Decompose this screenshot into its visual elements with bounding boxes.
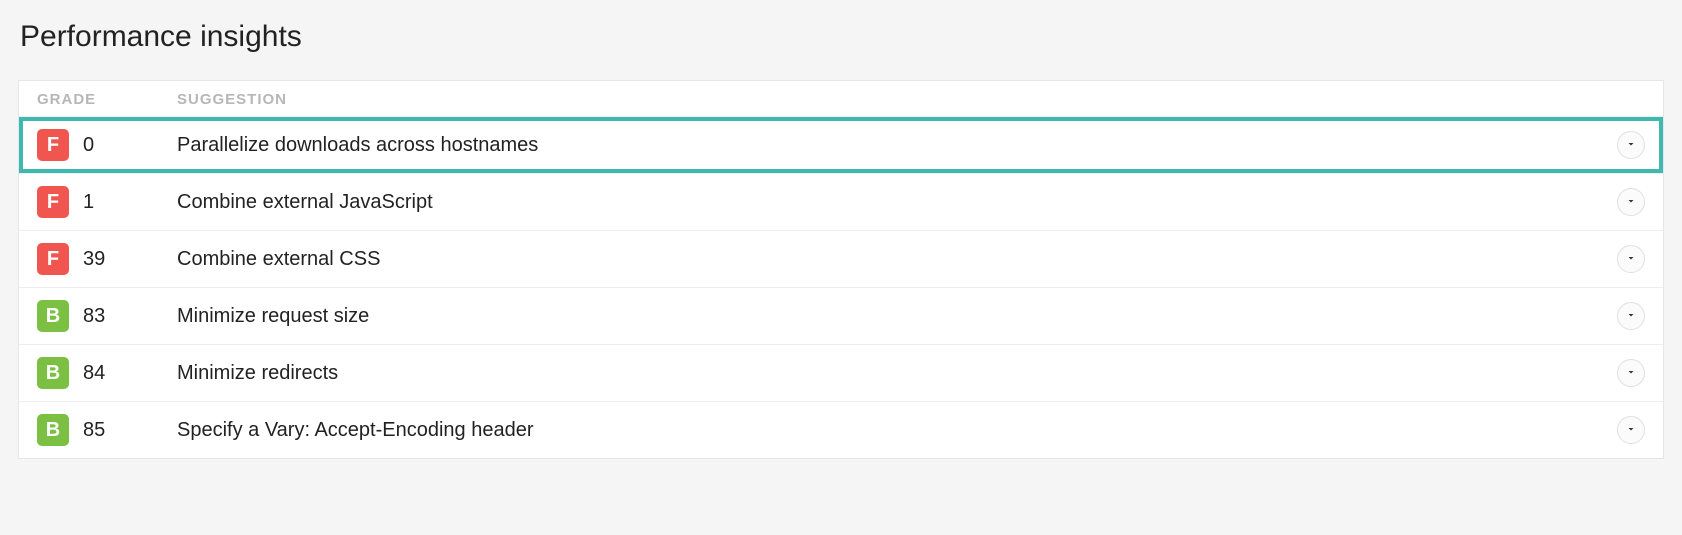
chevron-down-icon bbox=[1625, 195, 1637, 210]
suggestion-text: Parallelize downloads across hostnames bbox=[177, 134, 1605, 157]
table-row[interactable]: B 85 Specify a Vary: Accept-Encoding heade… bbox=[19, 401, 1663, 458]
table-row[interactable]: B 83 Minimize request size bbox=[19, 287, 1663, 344]
expand-button[interactable] bbox=[1617, 131, 1645, 159]
grade-badge: B bbox=[37, 414, 69, 446]
grade-score: 39 bbox=[83, 248, 105, 271]
col-header-grade: Grade bbox=[37, 91, 177, 108]
grade-cell: F 39 bbox=[37, 243, 177, 275]
suggestion-text: Minimize redirects bbox=[177, 362, 1605, 385]
suggestion-text: Specify a Vary: Accept-Encoding header bbox=[177, 419, 1605, 442]
table-row[interactable]: F1Combine external JavaScript bbox=[19, 173, 1663, 230]
grade-badge: F bbox=[37, 129, 69, 161]
insights-panel: Grade Suggestion F0Parallelize downloads… bbox=[18, 80, 1664, 459]
table-row[interactable]: F 39 Combine external CSS bbox=[19, 230, 1663, 287]
chevron-down-icon bbox=[1625, 423, 1637, 438]
grade-cell: B 84 bbox=[37, 357, 177, 389]
grade-score: 84 bbox=[83, 362, 105, 385]
chevron-down-icon bbox=[1625, 366, 1637, 381]
grade-badge: F bbox=[37, 186, 69, 218]
grade-badge: B bbox=[37, 300, 69, 332]
grade-score: 0 bbox=[83, 134, 94, 157]
table-header: Grade Suggestion bbox=[19, 81, 1663, 116]
grade-cell: B 83 bbox=[37, 300, 177, 332]
grade-score: 83 bbox=[83, 305, 105, 328]
page-title: Performance insights bbox=[18, 20, 1664, 54]
chevron-down-icon bbox=[1625, 309, 1637, 324]
grade-score: 1 bbox=[83, 191, 94, 214]
expand-button[interactable] bbox=[1617, 359, 1645, 387]
table-row[interactable]: B 84 Minimize redirects bbox=[19, 344, 1663, 401]
grade-badge: F bbox=[37, 243, 69, 275]
expand-button[interactable] bbox=[1617, 416, 1645, 444]
chevron-down-icon bbox=[1625, 138, 1637, 153]
grade-badge: B bbox=[37, 357, 69, 389]
col-header-suggestion: Suggestion bbox=[177, 91, 1645, 108]
expand-button[interactable] bbox=[1617, 245, 1645, 273]
table-body: F0Parallelize downloads across hostnames… bbox=[19, 116, 1663, 458]
suggestion-text: Combine external CSS bbox=[177, 248, 1605, 271]
suggestion-text: Combine external JavaScript bbox=[177, 191, 1605, 214]
table-row[interactable]: F0Parallelize downloads across hostnames bbox=[19, 116, 1663, 173]
chevron-down-icon bbox=[1625, 252, 1637, 267]
grade-cell: B 85 bbox=[37, 414, 177, 446]
expand-button[interactable] bbox=[1617, 302, 1645, 330]
expand-button[interactable] bbox=[1617, 188, 1645, 216]
grade-score: 85 bbox=[83, 419, 105, 442]
suggestion-text: Minimize request size bbox=[177, 305, 1605, 328]
grade-cell: F1 bbox=[37, 186, 177, 218]
grade-cell: F0 bbox=[37, 129, 177, 161]
